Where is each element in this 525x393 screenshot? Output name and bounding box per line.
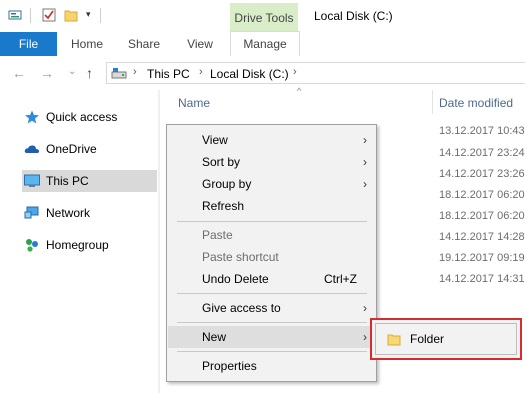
menu-item-label: Folder [410,332,445,346]
menu-item-label: Paste shortcut [202,250,279,264]
menu-item-properties[interactable]: Properties [168,355,375,377]
sidebar-item-quick-access[interactable]: Quick access [22,106,157,128]
list-item-date: 14.12.2017 23:26 [439,168,525,180]
menu-separator [177,322,367,323]
title-bar: ▾ Drive Tools Local Disk (C:) [0,0,525,33]
up-arrow-icon[interactable]: ↑ [86,65,93,81]
chevron-right-icon: › [363,330,367,344]
column-header-date-modified[interactable]: Date modified [439,96,513,110]
menu-separator [177,351,367,352]
recent-locations-icon[interactable]: ⌄ [68,66,76,77]
list-item-date: 14.12.2017 14:31 [439,273,525,285]
drive-icon [111,68,127,79]
star-icon [25,110,39,124]
chevron-right-icon: › [363,301,367,315]
new-folder-icon[interactable] [64,8,78,22]
menu-item-label: Group by [202,177,252,191]
list-item-date: 14.12.2017 14:28 [439,231,525,243]
sidebar-item-network[interactable]: Network [22,202,157,224]
menu-item-new[interactable]: New › [168,326,375,348]
menu-item-paste: Paste [168,224,375,246]
sidebar-item-onedrive[interactable]: OneDrive [22,138,157,160]
chevron-right-icon: › [363,155,367,169]
menu-item-label: Give access to [202,301,281,315]
network-icon [24,206,39,219]
menu-item-undo-delete[interactable]: Undo Delete Ctrl+Z [168,268,375,290]
list-item-date: 18.12.2017 06:20 [439,210,525,222]
contextual-tab-group-label: Drive Tools [230,3,298,33]
column-divider[interactable] [432,90,433,114]
menu-separator [177,293,367,294]
keyboard-shortcut: Ctrl+Z [324,272,357,286]
sort-ascending-icon: ^ [297,86,302,96]
breadcrumb-separator-icon: › [293,66,297,78]
menu-item-label: Refresh [202,199,245,213]
sidebar-item-label: Homegroup [46,238,109,252]
qat-customize-icon[interactable]: ▾ [86,9,91,20]
tab-manage[interactable]: Manage [230,31,300,56]
checklist-icon[interactable] [42,8,56,22]
sidebar-item-label: Network [46,206,91,220]
menu-item-label: Undo Delete [202,272,269,286]
new-submenu: Folder [370,318,522,360]
sidebar-item-this-pc[interactable]: This PC [22,170,157,192]
window-title: Local Disk (C:) [314,9,393,23]
sidebar-item-label: OneDrive [46,142,97,156]
list-item-date: 19.12.2017 09:19 [439,252,525,264]
back-arrow-icon[interactable]: ← [12,65,26,81]
forward-arrow-icon[interactable]: → [40,65,54,81]
breadcrumb-this-pc[interactable]: This PC [147,67,190,81]
tab-file[interactable]: File [0,32,57,56]
chevron-right-icon: › [363,177,367,191]
qat-divider [30,8,31,23]
menu-item-group-by[interactable]: Group by › [168,173,375,195]
homegroup-icon [26,239,38,252]
navigation-pane-scrollbar[interactable] [158,90,160,393]
menu-item-label: New [202,330,227,344]
sidebar-item-label: Quick access [46,110,118,124]
menu-item-sort-by[interactable]: Sort by › [168,151,375,173]
menu-item-give-access-to[interactable]: Give access to › [168,297,375,319]
menu-item-label: Sort by [202,155,241,169]
navigation-bar: ← → ⌄ ↑ › This PC › Local Disk (C:) › [0,56,525,90]
sidebar-item-label: This PC [46,174,89,188]
menu-separator [177,221,367,222]
qat-divider [100,8,101,23]
list-item-date: 13.12.2017 10:43 [439,125,525,137]
breadcrumb-separator-icon: › [199,66,203,78]
menu-item-view[interactable]: View › [168,129,375,151]
menu-item-label: View [202,133,228,147]
address-bar[interactable]: › This PC › Local Disk (C:) › [106,62,525,84]
list-item-date: 18.12.2017 06:20 [439,189,525,201]
ribbon-tab-bar: File Home Share View Manage [0,31,525,57]
sidebar-item-homegroup[interactable]: Homegroup [22,234,157,256]
properties-icon[interactable] [8,8,22,22]
tab-view[interactable]: View [176,32,224,56]
cloud-icon [24,145,39,153]
folder-icon [387,334,401,346]
computer-icon [24,174,40,187]
menu-item-new-folder[interactable]: Folder [375,323,517,355]
column-header-name[interactable]: Name [178,96,210,110]
breadcrumb-separator-icon: › [133,66,137,78]
tab-home[interactable]: Home [62,32,112,56]
chevron-right-icon: › [363,133,367,147]
list-item-date: 14.12.2017 23:24 [439,147,525,159]
context-menu: View › Sort by › Group by › Refresh Past… [166,124,377,382]
breadcrumb-local-disk[interactable]: Local Disk (C:) [210,67,289,81]
menu-item-label: Paste [202,228,233,242]
menu-item-label: Properties [202,359,257,373]
navigation-pane: Quick access OneDrive This PC Network Ho… [0,90,160,393]
menu-item-paste-shortcut: Paste shortcut [168,246,375,268]
menu-item-refresh[interactable]: Refresh [168,195,375,217]
tab-share[interactable]: Share [120,32,168,56]
